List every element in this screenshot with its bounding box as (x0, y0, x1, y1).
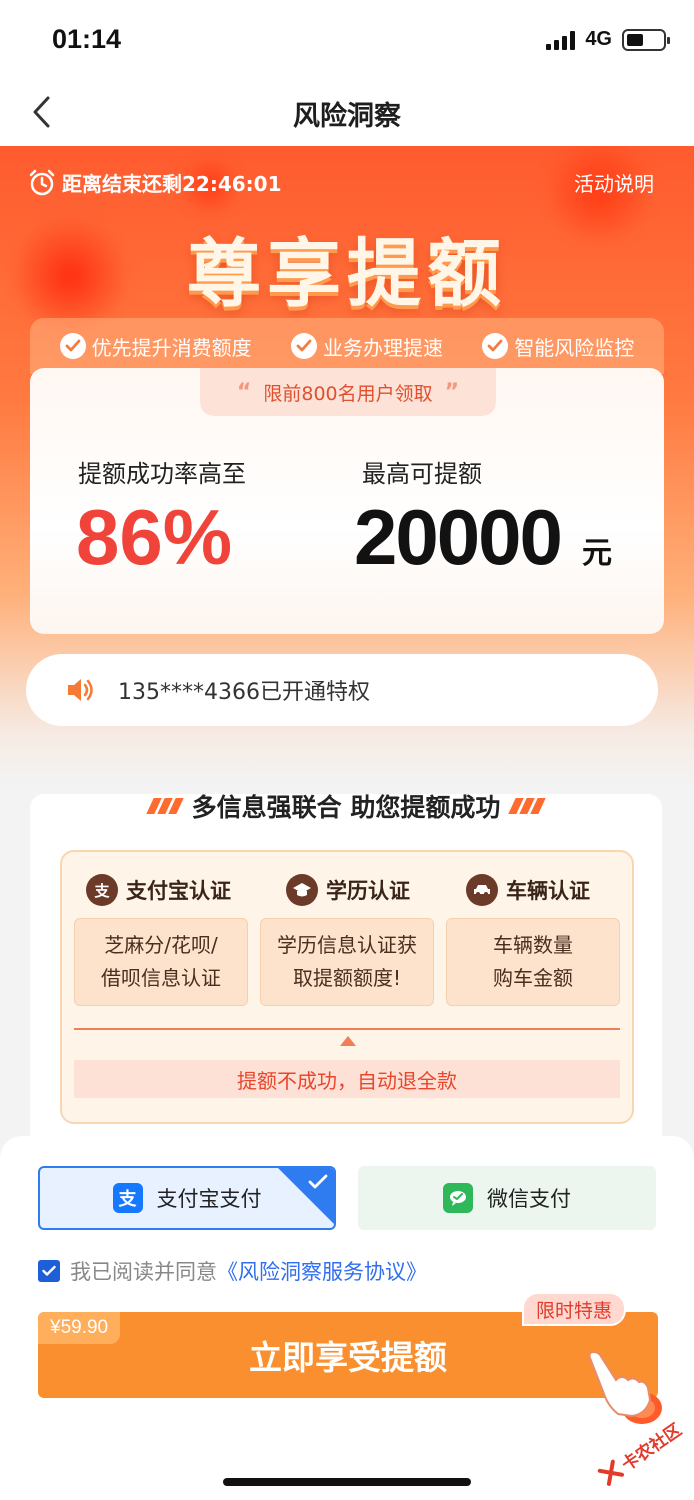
divider (74, 1028, 620, 1030)
hero-title: 尊享提额 (187, 231, 507, 317)
alipay-option[interactable]: 支 支付宝支付 (38, 1166, 336, 1230)
amount-value: 20000 (354, 493, 563, 581)
nav-bar: 风险洞察 (0, 80, 694, 146)
auth-education-desc: 学历信息认证获 取提额额度! (260, 918, 434, 1006)
limit-badge-text: 限前800名用户领取 (263, 382, 433, 405)
signal-icon (546, 30, 576, 50)
countdown-text: 距离结束还剩22:46:01 (62, 172, 282, 196)
auth-desc-line: 借呗信息认证 (101, 966, 221, 990)
watermark-text: 卡农社区 (618, 1419, 686, 1476)
feature-item: 业务办理提速 (290, 332, 443, 361)
auth-desc-line: 学历信息认证获 (277, 933, 417, 957)
alipay-label: 支付宝支付 (156, 1187, 262, 1211)
status-icons: 4G (546, 28, 670, 51)
feature-item: 智能风险监控 (482, 332, 634, 361)
agreement-checkbox[interactable] (38, 1260, 60, 1282)
feature-label: 智能风险监控 (514, 335, 635, 360)
notice-text: 135****4366已开通特权 (118, 680, 370, 705)
feature-list: 优先提升消费额度 业务办理提速 智能风险监控 (30, 318, 664, 374)
info-card: 多信息强联合 助您提额成功 支 支付宝认证 学历认证 车辆认证 芝麻分/花呗/ … (30, 793, 662, 1174)
auth-vehicle-desc: 车辆数量 购车金额 (446, 918, 620, 1006)
info-heading: 多信息强联合 助您提额成功 (30, 788, 662, 824)
stripes-decoration-icon (508, 798, 547, 814)
check-circle-icon (59, 333, 86, 359)
feature-label: 业务办理提速 (322, 335, 443, 360)
auth-desc-line: 车辆数量 (493, 933, 573, 957)
stripes-decoration-icon (145, 798, 184, 814)
check-circle-icon (482, 333, 509, 359)
amount-unit: 元 (582, 536, 612, 571)
refund-notice: 提额不成功，自动退全款 (74, 1060, 620, 1098)
promo-badge: 限时特惠 (522, 1292, 627, 1326)
agreement-text: 我已阅读并同意 (70, 1260, 217, 1284)
wechat-logo-icon (443, 1183, 473, 1213)
auth-label: 车辆认证 (506, 879, 590, 903)
graduation-cap-icon (286, 874, 318, 906)
auth-vehicle-header: 车辆认证 (466, 874, 590, 906)
status-bar: 01:14 4G (0, 0, 694, 80)
limit-badge: “ 限前800名用户领取 ” (200, 368, 496, 416)
auth-box: 支 支付宝认证 学历认证 车辆认证 芝麻分/花呗/ 借呗信息认证 学历信息认证获… (60, 850, 634, 1124)
battery-icon (622, 28, 670, 51)
auth-desc-line: 购车金额 (493, 966, 573, 990)
speaker-icon (68, 679, 93, 701)
agreement-link[interactable]: 《风险洞察服务协议》 (217, 1256, 427, 1286)
rate-value: 86% (76, 493, 233, 581)
check-circle-icon (290, 333, 317, 359)
auth-label: 支付宝认证 (126, 879, 231, 903)
car-icon (466, 874, 498, 906)
checkmark-icon (308, 1174, 328, 1189)
auth-desc-line: 取提额额度! (292, 966, 402, 990)
quota-card: “ 限前800名用户领取 ” 提额成功率高至 86% 最高可提额 20000 元 (30, 368, 664, 634)
auth-education-header: 学历认证 (286, 874, 410, 906)
home-indicator (223, 1478, 471, 1486)
network-type: 4G (585, 28, 612, 50)
triangle-up-icon (340, 1036, 356, 1046)
feature-item: 优先提升消费额度 (59, 332, 252, 361)
quote-open-icon: “ (236, 379, 252, 405)
notice-bar: 135****4366已开通特权 (26, 654, 658, 726)
info-title: 多信息强联合 助您提额成功 (191, 793, 501, 822)
price-tag: ¥59.90 (38, 1312, 121, 1344)
activity-rules-link[interactable]: 活动说明 (574, 168, 654, 197)
agreement-row: 我已阅读并同意 《风险洞察服务协议》 (38, 1256, 427, 1286)
wechat-pay-label: 微信支付 (487, 1187, 571, 1211)
alipay-icon: 支 (86, 874, 118, 906)
wechat-pay-option[interactable]: 微信支付 (358, 1166, 656, 1230)
quote-close-icon: ” (444, 379, 460, 405)
countdown-timer: 距离结束还剩22:46:01 (28, 168, 282, 197)
cta-label: 立即享受提额 (249, 1338, 447, 1377)
alipay-logo-icon: 支 (112, 1183, 143, 1213)
auth-desc-line: 芝麻分/花呗/ (104, 933, 218, 957)
auth-alipay-header: 支 支付宝认证 (86, 874, 231, 906)
feature-label: 优先提升消费额度 (91, 335, 252, 360)
page-title: 风险洞察 (293, 101, 401, 132)
amount-label: 最高可提额 (362, 460, 482, 488)
auth-label: 学历认证 (326, 879, 410, 903)
auth-alipay-desc: 芝麻分/花呗/ 借呗信息认证 (74, 918, 248, 1006)
alarm-clock-icon (29, 169, 55, 195)
rate-label: 提额成功率高至 (78, 460, 246, 488)
status-time: 01:14 (52, 24, 122, 54)
